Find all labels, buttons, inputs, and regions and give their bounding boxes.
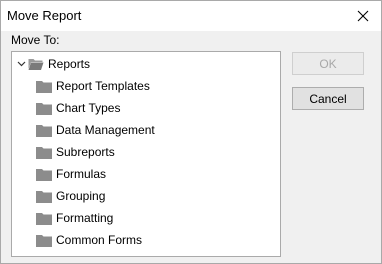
ok-button[interactable]: OK	[292, 52, 364, 75]
tree-item-formatting[interactable]: Formatting	[36, 208, 113, 228]
tree-item-label: Formulas	[56, 167, 107, 181]
tree-item-label: Formatting	[56, 211, 114, 225]
tree-item-data-management[interactable]: Data Management	[36, 120, 155, 140]
tree-item-report-templates[interactable]: Report Templates	[36, 76, 150, 96]
folder-icon	[36, 101, 52, 115]
tree-item-label: Report Templates	[56, 79, 150, 93]
tree-item-subreports[interactable]: Subreports	[36, 142, 115, 162]
tree-item-label: Subreports	[56, 145, 115, 159]
tree-item-label: Grouping	[56, 189, 106, 203]
tree-item-label: Chart Types	[56, 101, 121, 115]
folder-icon	[36, 145, 52, 159]
move-to-label: Move To:	[11, 33, 60, 47]
close-button[interactable]	[347, 1, 379, 31]
tree-item-grouping[interactable]: Grouping	[36, 186, 105, 206]
folder-open-icon	[28, 57, 44, 71]
tree-item-label: Data Management	[56, 123, 155, 137]
folder-icon	[36, 79, 52, 93]
tree-item-chart-types[interactable]: Chart Types	[36, 98, 120, 118]
folder-icon	[36, 167, 52, 181]
folder-tree[interactable]: Reports Report Templates Chart Types Dat…	[11, 51, 281, 257]
dialog-title: Move Report	[7, 8, 82, 23]
tree-item-formulas[interactable]: Formulas	[36, 164, 106, 184]
cancel-button[interactable]: Cancel	[292, 87, 364, 110]
move-report-dialog: Move Report Move To: Reports Report Temp…	[0, 0, 382, 264]
tree-item-label: Reports	[48, 57, 91, 71]
close-icon	[357, 10, 369, 22]
title-bar: Move Report	[1, 1, 381, 31]
tree-item-common-forms[interactable]: Common Forms	[36, 230, 142, 250]
tree-item-label: Common Forms	[56, 233, 143, 247]
chevron-down-icon[interactable]	[14, 54, 28, 74]
folder-icon	[36, 233, 52, 247]
folder-icon	[36, 189, 52, 203]
tree-item-reports[interactable]: Reports	[14, 54, 90, 74]
folder-icon	[36, 211, 52, 225]
folder-icon	[36, 123, 52, 137]
